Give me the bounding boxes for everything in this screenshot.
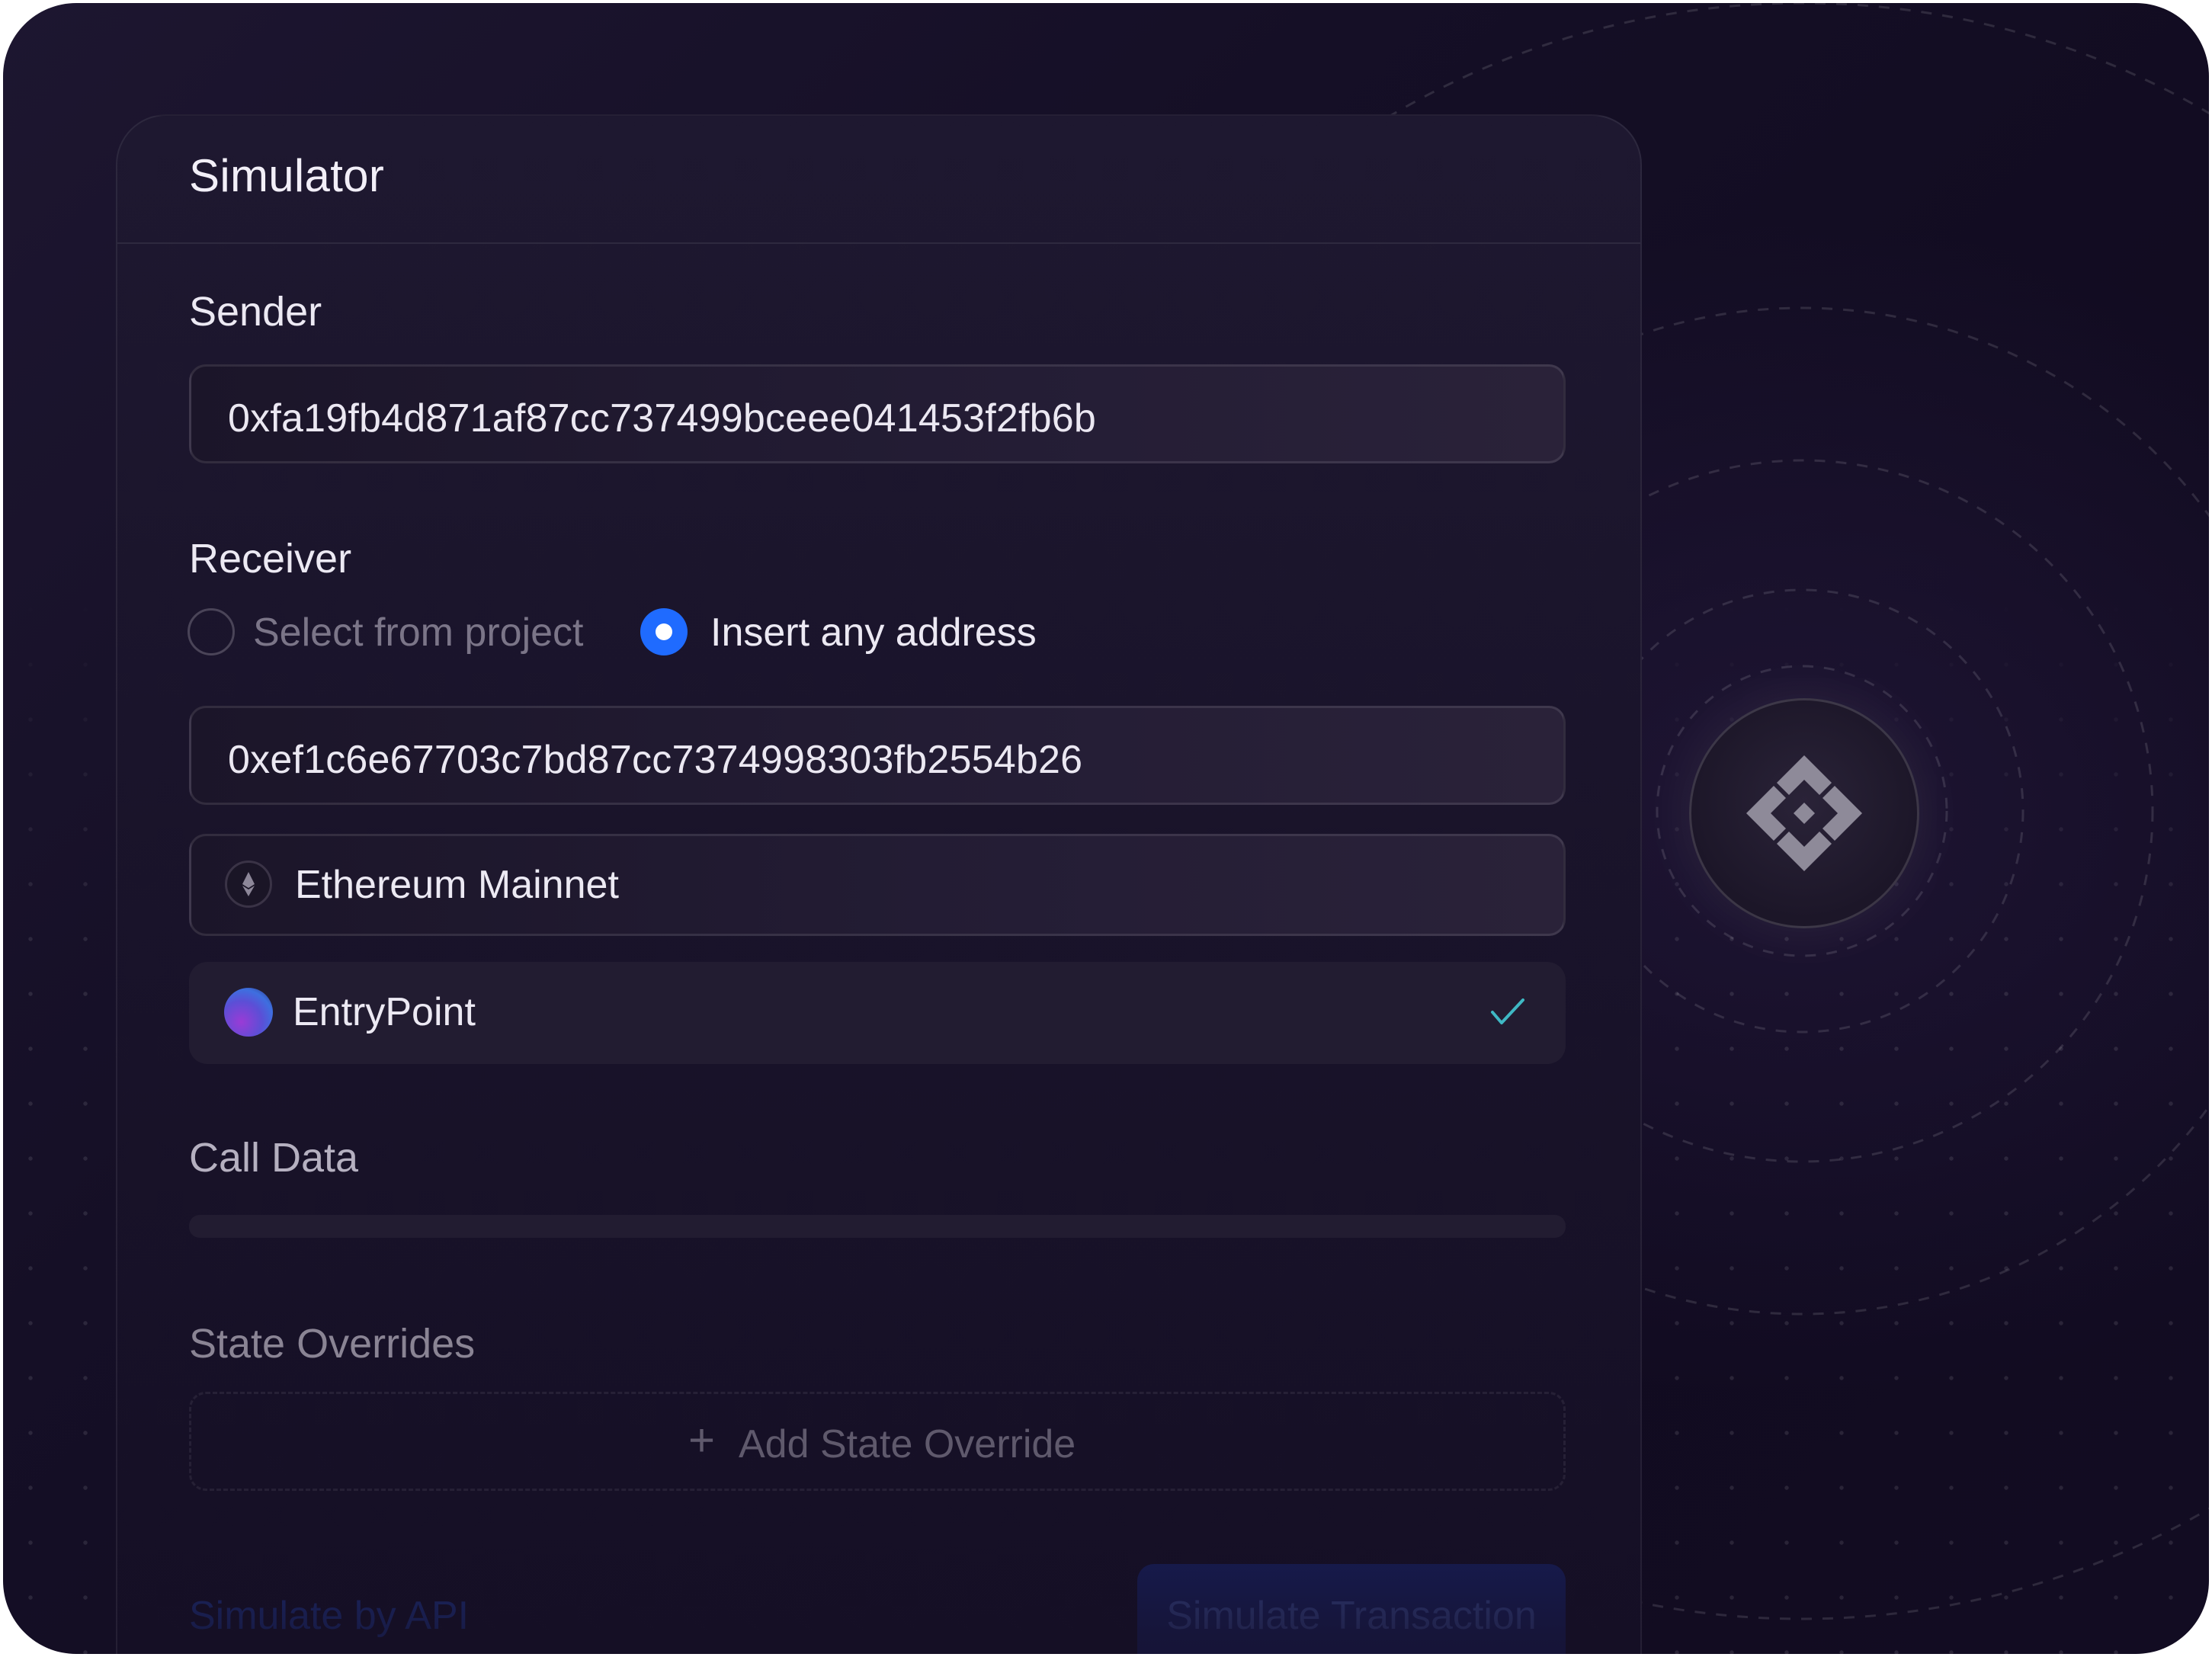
simulator-panel: Simulator Sender 0xfa19fb4d871af87cc7374…: [116, 114, 1642, 1654]
panel-header: Simulator: [117, 116, 1640, 244]
contract-avatar-icon: [224, 988, 273, 1037]
radio-label-select-from-project[interactable]: Select from project: [253, 610, 584, 655]
contract-label: EntryPoint: [293, 990, 476, 1034]
sender-label: Sender: [189, 289, 322, 335]
call-data-label: Call Data: [189, 1135, 359, 1181]
plus-icon: +: [688, 1415, 716, 1466]
radio-insert-any-address[interactable]: [640, 608, 688, 655]
add-state-override-button[interactable]: + Add State Override: [189, 1392, 1566, 1491]
network-label: Ethereum Mainnet: [295, 863, 619, 907]
contract-option-entrypoint[interactable]: EntryPoint: [189, 962, 1566, 1064]
network-select[interactable]: Ethereum Mainnet: [189, 834, 1566, 936]
receiver-address-value: 0xef1c6e67703c7bd87cc7374998303fb2554b26: [228, 738, 1083, 782]
simulate-transaction-label: Simulate Transaction: [1166, 1594, 1537, 1638]
ethereum-icon: [225, 861, 272, 908]
sender-address-value: 0xfa19fb4d871af87cc737499bceee041453f2fb…: [228, 396, 1096, 441]
radio-selected-dot: [656, 623, 672, 640]
simulate-transaction-button[interactable]: Simulate Transaction: [1137, 1564, 1566, 1654]
call-data-input[interactable]: [189, 1215, 1566, 1238]
app-frame: Simulator Sender 0xfa19fb4d871af87cc7374…: [3, 3, 2209, 1654]
receiver-source-radio-group: Select from project Insert any address: [188, 608, 1255, 662]
radio-select-from-project[interactable]: [188, 608, 235, 655]
receiver-label: Receiver: [189, 536, 352, 582]
state-overrides-label: State Overrides: [189, 1321, 476, 1367]
binance-logo-icon: [1746, 755, 1862, 871]
simulate-by-api-link[interactable]: Simulate by API: [189, 1593, 469, 1639]
binance-logo-badge: [1689, 698, 1919, 928]
panel-title: Simulator: [189, 150, 385, 201]
add-state-override-label: Add State Override: [739, 1422, 1076, 1466]
radio-label-insert-any-address[interactable]: Insert any address: [710, 610, 1037, 655]
receiver-address-input[interactable]: 0xef1c6e67703c7bd87cc7374998303fb2554b26: [189, 706, 1566, 805]
checkmark-icon: [1491, 998, 1524, 1024]
sender-address-input[interactable]: 0xfa19fb4d871af87cc737499bceee041453f2fb…: [189, 364, 1566, 463]
